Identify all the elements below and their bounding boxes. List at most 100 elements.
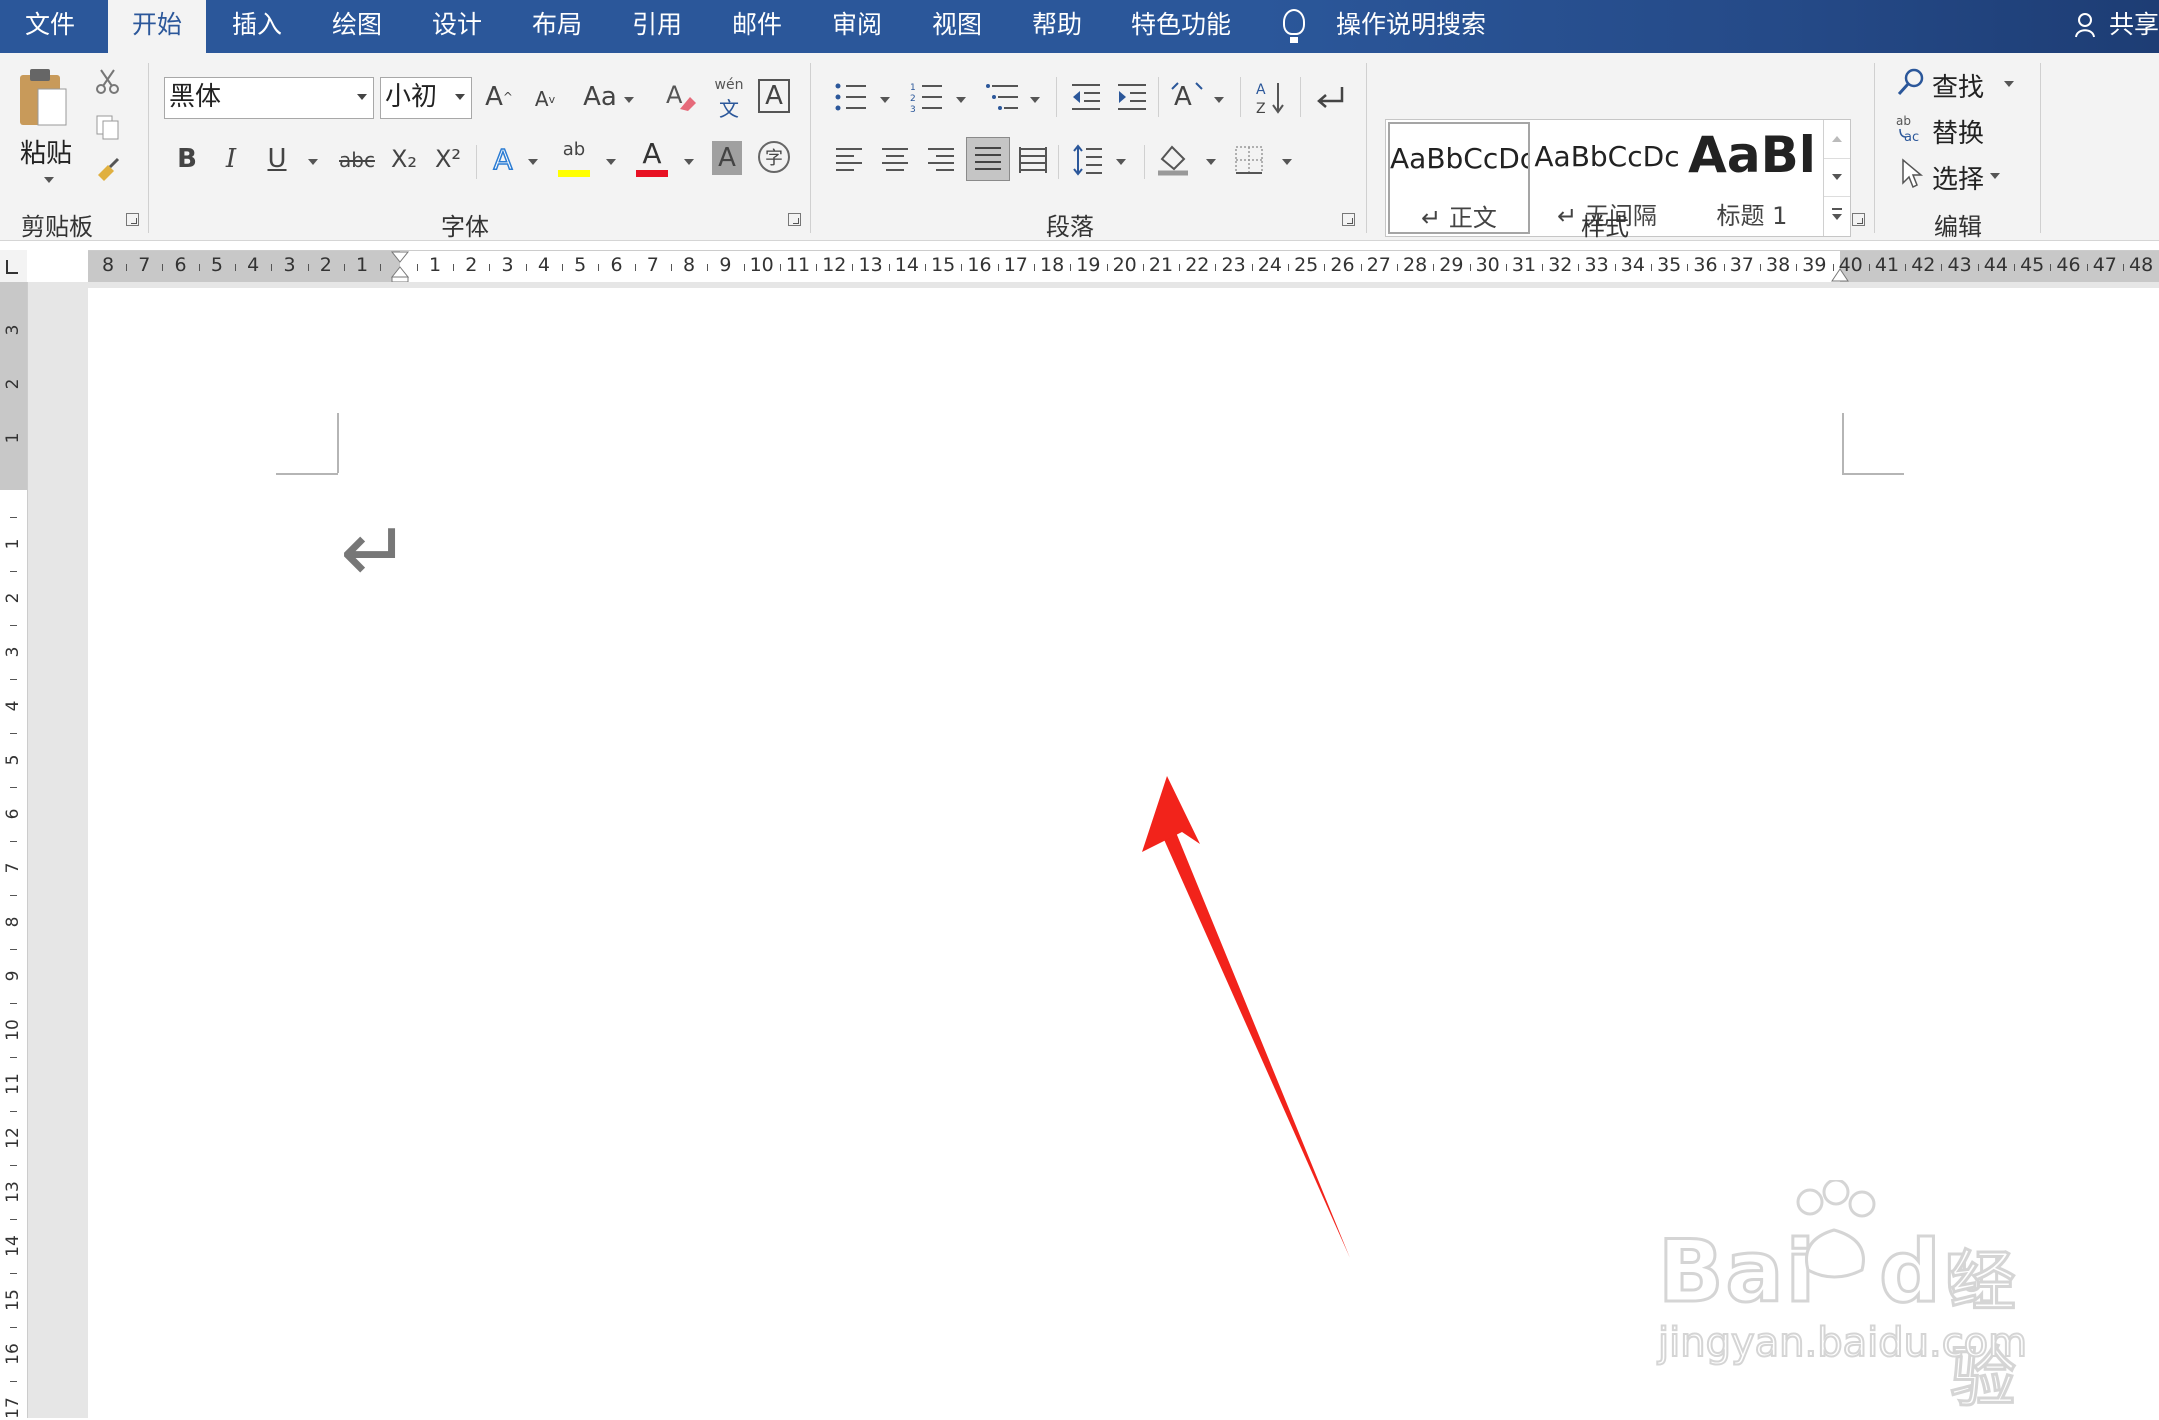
bold-icon[interactable]: B	[170, 139, 204, 179]
paragraph-mark[interactable]: ↵	[340, 510, 410, 594]
font-color-icon[interactable]: A	[634, 137, 670, 179]
style-normal[interactable]: AaBbCcDc ↵ 正文	[1388, 122, 1530, 234]
replace-button[interactable]: 替换	[1932, 113, 1984, 150]
paragraph-launcher-icon[interactable]	[1342, 213, 1355, 226]
tab-draw[interactable]: 绘图	[312, 0, 402, 53]
subscript-icon[interactable]: X₂	[384, 139, 424, 179]
clear-formatting-icon[interactable]: A	[664, 79, 698, 115]
shrink-font-icon[interactable]: Av	[530, 83, 560, 115]
highlight-dropdown-icon[interactable]	[606, 159, 616, 165]
underline-dropdown-icon[interactable]	[308, 159, 318, 165]
vertical-ruler[interactable]: 3 2 1 1 2 3 4 5 6 7 8 9 10 11 12 13 14 15 16 17	[0, 282, 28, 1418]
style-heading-1[interactable]: AaBl 标题 1	[1684, 122, 1820, 234]
right-indent-marker-icon[interactable]	[1830, 265, 1850, 283]
gallery-scroll-down-icon[interactable]	[1824, 158, 1850, 197]
tell-me-search[interactable]: 操作说明搜索	[1336, 0, 1486, 53]
distributed-icon[interactable]	[1018, 145, 1048, 175]
underline-icon[interactable]: U	[260, 139, 294, 179]
share-button[interactable]: 共享	[2069, 0, 2159, 53]
justify-button[interactable]	[966, 137, 1010, 181]
tab-design[interactable]: 设计	[412, 0, 502, 53]
paste-clipboard-icon[interactable]	[18, 67, 68, 129]
strikethrough-icon[interactable]: abc	[334, 141, 380, 179]
italic-icon[interactable]: I	[214, 139, 248, 179]
sort-icon[interactable]: AZ	[1256, 79, 1286, 117]
ruler-tick	[2014, 264, 2016, 271]
multilevel-list-icon[interactable]	[986, 81, 1020, 113]
first-line-indent-marker-icon[interactable]	[390, 251, 410, 283]
font-launcher-icon[interactable]	[788, 213, 801, 226]
select-dropdown-icon[interactable]	[1990, 173, 2000, 179]
tab-mailings[interactable]: 邮件	[712, 0, 802, 53]
tab-layout[interactable]: 布局	[512, 0, 602, 53]
character-border-icon[interactable]: A	[758, 79, 790, 113]
shading-dropdown-icon[interactable]	[1206, 159, 1216, 165]
bullets-dropdown-icon[interactable]	[880, 97, 890, 103]
strikethrough-glyph: abc	[339, 148, 375, 172]
search-icon[interactable]	[1896, 67, 1926, 97]
line-spacing-icon[interactable]	[1072, 143, 1104, 177]
ruler-tick	[925, 264, 927, 271]
cut-icon[interactable]	[94, 67, 122, 95]
gallery-more-icon[interactable]	[1824, 196, 1850, 234]
paste-dropdown-icon[interactable]	[44, 177, 54, 183]
line-spacing-dropdown-icon[interactable]	[1116, 159, 1126, 165]
highlight-icon[interactable]: ab	[556, 139, 592, 179]
tab-insert[interactable]: 插入	[212, 0, 302, 53]
lightbulb-icon[interactable]	[1283, 9, 1305, 43]
tab-home[interactable]: 开始	[108, 0, 206, 53]
enclose-characters-icon[interactable]: 字	[758, 141, 790, 173]
clipboard-launcher-icon[interactable]	[126, 213, 139, 226]
tab-selector-icon[interactable]	[0, 250, 27, 282]
horizontal-ruler[interactable]: 87654321 1 2 3 4 5 6 7 8 9 10 11 12 13 14 15 16 17 18 19 20…	[88, 250, 2159, 284]
tab-references[interactable]: 引用	[612, 0, 702, 53]
font-size-combo[interactable]: 小初	[380, 77, 472, 119]
borders-icon[interactable]	[1234, 145, 1264, 175]
text-effects-icon[interactable]: A	[486, 139, 520, 179]
tab-view[interactable]: 视图	[912, 0, 1002, 53]
tab-help[interactable]: 帮助	[1012, 0, 1102, 53]
multilevel-dropdown-icon[interactable]	[1030, 97, 1040, 103]
font-name-combo[interactable]: 黑体	[164, 77, 374, 119]
superscript-icon[interactable]: X²	[428, 139, 468, 179]
find-dropdown-icon[interactable]	[2004, 81, 2014, 87]
ribbon-home: 粘贴 剪贴板 黑体 小初 A ^ Av Aa A wén 文 A B I U ab…	[0, 53, 2159, 241]
align-left-icon[interactable]	[834, 145, 864, 175]
text-effects-dropdown-icon[interactable]	[528, 159, 538, 165]
ruler-number: 3	[283, 254, 296, 276]
change-case-icon[interactable]: Aa	[580, 79, 620, 115]
increase-indent-icon[interactable]	[1116, 81, 1148, 113]
grow-font-icon[interactable]: A ^	[484, 79, 514, 115]
bullets-icon[interactable]	[834, 81, 868, 113]
copy-icon[interactable]	[94, 113, 122, 141]
align-right-icon[interactable]	[926, 145, 956, 175]
align-center-icon[interactable]	[880, 145, 910, 175]
paste-button[interactable]: 粘贴	[20, 133, 72, 170]
find-button[interactable]: 查找	[1932, 67, 1984, 104]
tab-features[interactable]: 特色功能	[1112, 0, 1250, 53]
ruler-number: 11	[3, 1073, 23, 1095]
font-color-dropdown-icon[interactable]	[684, 159, 694, 165]
chinese-layout-icon[interactable]: A	[1170, 79, 1204, 115]
show-hide-marks-icon[interactable]	[1312, 83, 1346, 113]
replace-icon[interactable]: ab ac	[1896, 113, 1928, 143]
borders-dropdown-icon[interactable]	[1282, 159, 1292, 165]
select-button[interactable]: 选择	[1932, 159, 1984, 196]
tab-review[interactable]: 审阅	[812, 0, 902, 53]
phonetic-guide-icon[interactable]: wén 文	[712, 77, 746, 121]
tab-file[interactable]: 文件	[0, 0, 100, 53]
character-shading-icon[interactable]: A	[712, 141, 742, 175]
decrease-indent-icon[interactable]	[1070, 81, 1102, 113]
ruler-number: 13	[858, 254, 883, 276]
numbering-icon[interactable]: 123	[910, 81, 944, 113]
styles-launcher-icon[interactable]	[1852, 213, 1865, 226]
gallery-scroll-up-icon[interactable]	[1824, 120, 1850, 159]
chinese-layout-dropdown-icon[interactable]	[1214, 97, 1224, 103]
shading-icon[interactable]	[1156, 141, 1190, 179]
baidu-watermark: Bai du 经验 jingyan.baidu.com	[1650, 1180, 2050, 1418]
change-case-dropdown-icon[interactable]	[624, 97, 634, 103]
chevron-down-icon	[455, 94, 465, 100]
numbering-dropdown-icon[interactable]	[956, 97, 966, 103]
format-painter-icon[interactable]	[94, 157, 122, 185]
select-cursor-icon[interactable]	[1900, 157, 1924, 189]
